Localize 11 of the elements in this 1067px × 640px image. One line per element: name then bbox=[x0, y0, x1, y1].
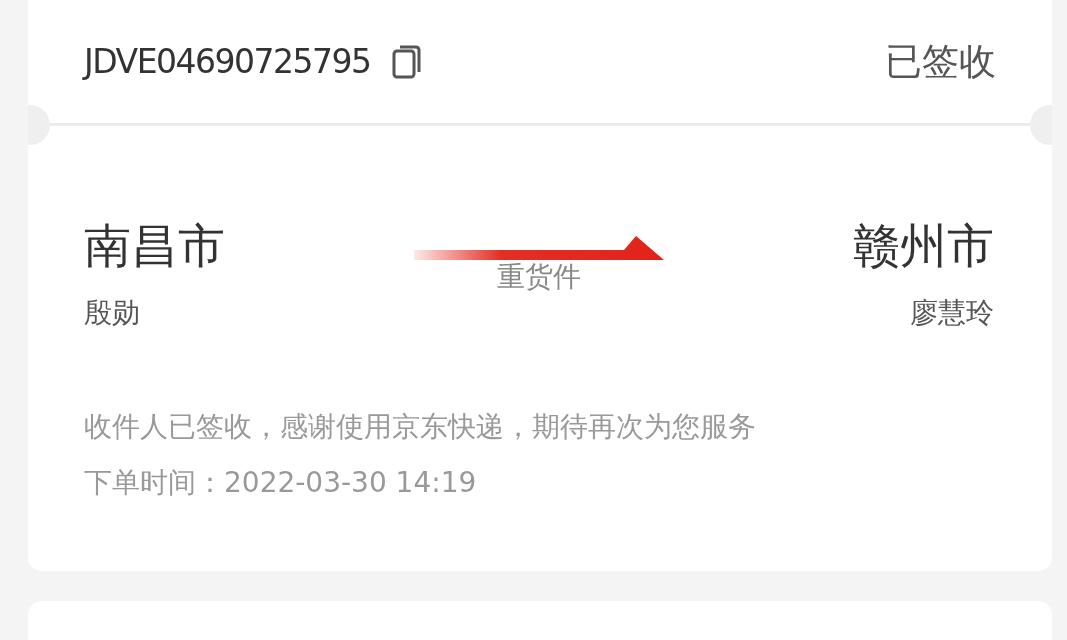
arrow-icon bbox=[414, 234, 664, 262]
copy-icon[interactable] bbox=[392, 44, 423, 79]
delivery-status: 已签收 bbox=[885, 38, 996, 85]
order-time: 下单时间：2022-03-30 14:19 bbox=[84, 464, 478, 501]
recipient-name: 廖慧玲 bbox=[910, 294, 994, 331]
origin-city: 南昌市 bbox=[84, 220, 225, 272]
delivery-message: 收件人已签收，感谢使用京东快递，期待再次为您服务 bbox=[84, 408, 757, 445]
service-type: 重货件 bbox=[497, 259, 581, 295]
waybill-number: JDVE04690725795 bbox=[84, 42, 371, 81]
destination-city: 赣州市 bbox=[853, 220, 994, 272]
sender-name: 殷勋 bbox=[84, 294, 141, 331]
